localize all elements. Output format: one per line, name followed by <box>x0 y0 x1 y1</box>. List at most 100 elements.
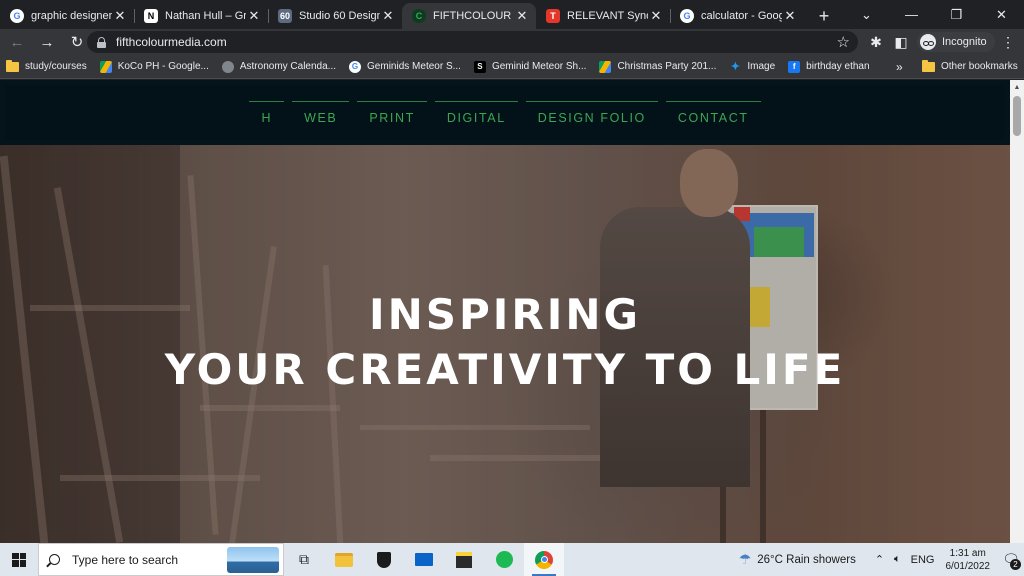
tab-studio-60[interactable]: 60 Studio 60 Design - ✕ <box>268 3 402 29</box>
hero-overlay <box>0 145 1010 543</box>
new-tab-button[interactable]: + <box>810 3 838 29</box>
bookmark-label: Image <box>747 61 776 72</box>
language-indicator[interactable]: ENG <box>911 554 935 566</box>
nav-link-contact[interactable]: CONTACT <box>665 101 761 125</box>
nav-link-print[interactable]: PRINT <box>357 101 427 125</box>
start-button[interactable] <box>0 543 38 576</box>
hero-banner: INSPIRING YOUR CREATIVITY TO LIFE <box>0 145 1010 543</box>
tab-title: FIFTHCOLOUR MED <box>433 10 514 22</box>
clock-time: 1:31 am <box>949 547 986 559</box>
minimize-icon[interactable]: — <box>889 0 934 29</box>
other-bookmarks-label: Other bookmarks <box>941 61 1018 72</box>
task-view-icon[interactable]: ⧉ <box>284 543 324 576</box>
chrome-icon[interactable] <box>524 543 564 576</box>
bookmark-geminids-meteor[interactable]: G Geminids Meteor S... <box>349 60 461 73</box>
tab-title: Nathan Hull – Grap <box>165 10 246 22</box>
notion-icon: N <box>144 9 158 23</box>
incognito-label: Incognito <box>942 36 987 48</box>
bookmark-star-icon[interactable]: ☆ <box>837 33 850 51</box>
nav-link-digital[interactable]: DIGITAL <box>434 101 518 125</box>
drive-icon <box>599 60 612 73</box>
page-scrollbar[interactable]: ▲ <box>1010 80 1024 543</box>
nav-link-home[interactable]: H <box>249 101 284 125</box>
tab-fifthcolour[interactable]: C FIFTHCOLOUR MED ✕ <box>402 3 536 29</box>
speaker-icon[interactable]: 🔈︎ <box>894 553 901 566</box>
folder-icon <box>922 59 935 72</box>
close-icon[interactable]: ✕ <box>112 8 128 24</box>
taskbar-clock[interactable]: 1:31 am 6/01/2022 <box>946 547 991 573</box>
tab-graphic-designers[interactable]: G graphic designers a ✕ <box>0 3 134 29</box>
bookmarks-overflow-chevron[interactable]: » <box>896 60 903 74</box>
clock-date: 6/01/2022 <box>945 560 991 572</box>
search-highlight-image <box>227 547 279 573</box>
hero-heading-line1: INSPIRING <box>368 290 642 339</box>
tab-relevant-synonym[interactable]: T RELEVANT Synonym ✕ <box>536 3 670 29</box>
bookmark-label: study/courses <box>25 61 87 72</box>
bookmark-image[interactable]: ✦ Image <box>729 61 775 73</box>
bookmark-koco-ph[interactable]: KoCo PH - Google... <box>99 60 209 73</box>
facebook-icon: f <box>788 60 801 73</box>
site-navigation: H WEB PRINT DIGITAL DESIGN FOLIO CONTACT <box>5 85 1005 140</box>
other-bookmarks[interactable]: Other bookmarks <box>922 59 1018 72</box>
globe-icon <box>221 60 234 73</box>
side-panel-icon[interactable]: ◧ <box>889 29 913 55</box>
back-arrow-icon[interactable]: ← <box>4 29 30 55</box>
restore-icon[interactable]: ❐ <box>934 0 979 29</box>
more-menu-icon[interactable]: ⋮ <box>996 29 1020 55</box>
spotify-icon[interactable] <box>484 543 524 576</box>
extensions-puzzle-icon[interactable]: ✱ <box>864 29 888 55</box>
tab-strip: G graphic designers a ✕ N Nathan Hull – … <box>0 0 1024 29</box>
close-window-icon[interactable]: ✕ <box>979 0 1024 29</box>
bookmark-label: Astronomy Calenda... <box>239 61 337 72</box>
mail-icon[interactable] <box>404 543 444 576</box>
nav-link-design-folio[interactable]: DESIGN FOLIO <box>525 101 658 125</box>
search-icon <box>49 554 60 565</box>
file-explorer-icon[interactable] <box>324 543 364 576</box>
windows-logo-icon <box>12 552 26 567</box>
bookmarks-bar: study/courses KoCo PH - Google... Astron… <box>0 55 1024 79</box>
s-icon: S <box>473 60 486 73</box>
close-icon[interactable]: ✕ <box>246 8 262 24</box>
search-placeholder: Type here to search <box>72 552 179 567</box>
windows-taskbar: Type here to search ⧉ ☂ 26°C Rain shower… <box>0 543 1024 576</box>
bookmark-birthday-ethan[interactable]: f birthday ethan <box>788 60 870 73</box>
close-icon[interactable]: ✕ <box>648 8 664 24</box>
close-icon[interactable]: ✕ <box>514 8 530 24</box>
forward-arrow-icon[interactable]: → <box>34 29 60 55</box>
bookmark-study-courses[interactable]: study/courses <box>6 59 87 72</box>
system-tray: ☂ 26°C Rain showers ⌃ 🔈︎ ENG 1:31 am 6/0… <box>739 543 1024 576</box>
rain-cloud-icon: ☂ <box>738 551 752 567</box>
close-icon[interactable]: ✕ <box>782 8 798 24</box>
address-bar[interactable]: fifthcolourmedia.com ☆ <box>87 31 858 53</box>
tab-nathan-hull[interactable]: N Nathan Hull – Grap ✕ <box>134 3 268 29</box>
close-icon[interactable]: ✕ <box>380 8 396 24</box>
notifications-button[interactable]: 🗨︎ 2 <box>998 543 1024 576</box>
taskbar-search-box[interactable]: Type here to search <box>38 543 284 576</box>
tab-search-chevron-icon[interactable]: ⌄ <box>844 0 889 29</box>
bookmark-label: Geminids Meteor S... <box>367 61 461 72</box>
security-icon[interactable] <box>364 543 404 576</box>
browser-toolbar: ← → ↻ fifthcolourmedia.com ☆ ✱ ◧ Incogni… <box>0 29 1024 55</box>
fifthcolour-icon: C <box>412 9 426 23</box>
bookmark-label: Geminid Meteor Sh... <box>491 61 587 72</box>
tab-title: Studio 60 Design - <box>299 10 380 22</box>
scrollbar-thumb[interactable] <box>1013 96 1021 136</box>
scroll-up-arrow-icon[interactable]: ▲ <box>1010 80 1024 94</box>
weather-widget[interactable]: ☂ 26°C Rain showers <box>739 551 856 568</box>
bookmark-astronomy-calendar[interactable]: Astronomy Calenda... <box>221 60 337 73</box>
bookmark-geminid-meteor-sh[interactable]: S Geminid Meteor Sh... <box>473 60 587 73</box>
url-text[interactable]: fifthcolourmedia.com <box>116 35 227 49</box>
sticky-notes-icon[interactable] <box>444 543 484 576</box>
studio60-icon: 60 <box>278 9 292 23</box>
incognito-icon <box>920 34 936 50</box>
google-icon: G <box>349 60 362 73</box>
incognito-profile-button[interactable]: Incognito <box>917 32 995 52</box>
bookmark-christmas-party[interactable]: Christmas Party 201... <box>599 60 716 73</box>
window-controls: ⌄ — ❐ ✕ <box>844 0 1024 29</box>
chevron-up-icon[interactable]: ⌃ <box>875 553 884 566</box>
lock-icon[interactable] <box>97 36 106 48</box>
google-icon: G <box>10 9 24 23</box>
tab-calculator[interactable]: G calculator - Google ✕ <box>670 3 804 29</box>
nav-link-web[interactable]: WEB <box>292 101 350 125</box>
weather-text: 26°C Rain showers <box>757 553 856 566</box>
